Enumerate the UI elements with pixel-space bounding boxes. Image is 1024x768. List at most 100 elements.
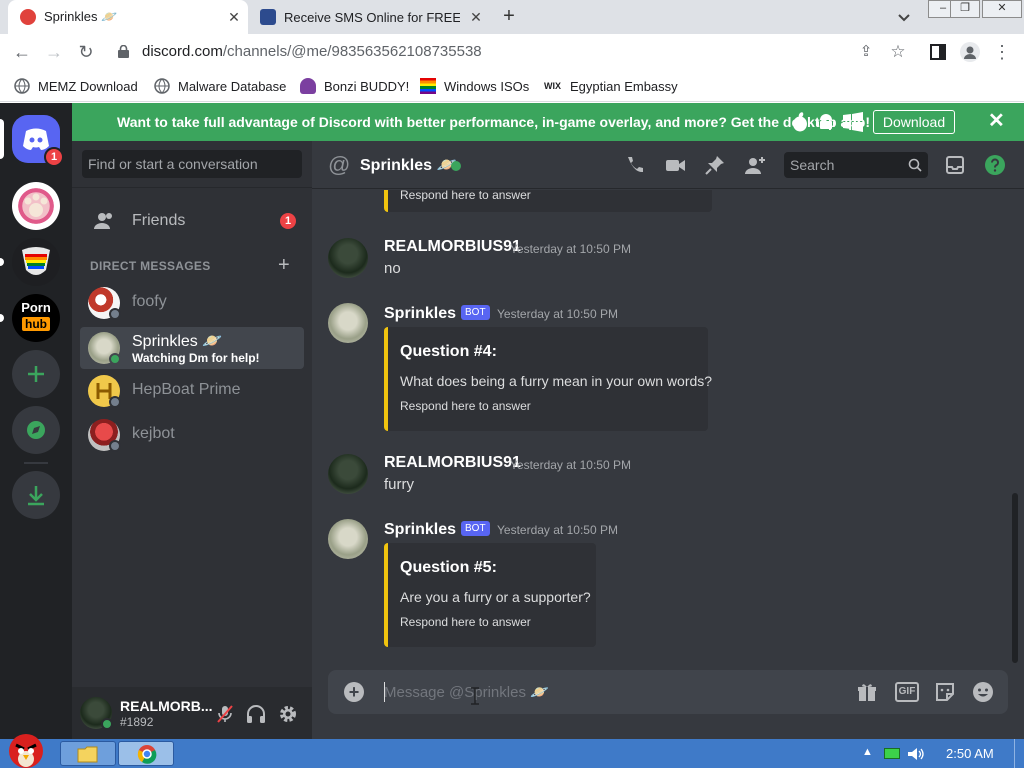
- search-icon: [908, 158, 922, 172]
- new-tab-button[interactable]: +: [498, 5, 520, 28]
- embed-field: Respond here to answer: [400, 399, 531, 413]
- android-icon: [817, 112, 835, 132]
- bookmark-malware-database[interactable]: Malware Database: [154, 76, 286, 96]
- voice-call-icon[interactable]: [624, 154, 646, 176]
- desktop-app-banner: Want to take full advantage of Discord w…: [72, 103, 1024, 141]
- forward-arrow-icon[interactable]: →: [42, 40, 66, 64]
- dm-item-foofy[interactable]: foofy: [80, 282, 304, 324]
- settings-gear-icon[interactable]: [277, 703, 299, 725]
- channel-title: Sprinkles 🪐: [360, 157, 457, 174]
- banner-message: Want to take full advantage of Discord w…: [117, 114, 871, 130]
- show-desktop-button[interactable]: [1014, 739, 1024, 768]
- video-call-icon[interactable]: [664, 154, 686, 176]
- tab-title: Receive SMS Online for FREE |: [284, 9, 460, 25]
- bookmarks-bar: MEMZ Download Malware Database Bonzi BUD…: [0, 70, 1024, 102]
- taskbar-clock[interactable]: 2:50 AM: [946, 746, 994, 761]
- tab-sprinkles[interactable]: Sprinkles 🪐 ✕: [8, 0, 248, 34]
- side-panel-icon[interactable]: [926, 40, 950, 64]
- home-button[interactable]: 1: [12, 115, 64, 167]
- author-name[interactable]: REALMORBIUS91: [384, 238, 521, 256]
- download-apps-button[interactable]: [12, 471, 60, 519]
- help-icon[interactable]: [984, 154, 1006, 176]
- share-icon[interactable]: ⇪: [854, 40, 878, 64]
- embed-description: What does being a furry mean in your own…: [400, 373, 713, 389]
- network-tray-icon[interactable]: [884, 748, 900, 759]
- folder-icon: [77, 746, 98, 763]
- explore-servers-button[interactable]: [12, 406, 60, 454]
- taskbar-explorer-button[interactable]: [60, 741, 116, 766]
- timestamp: Yesterday at 10:50 PM: [510, 242, 631, 256]
- online-status-dot: [101, 718, 113, 730]
- message-composer: + Message @Sprinkles 🪐 GIF: [328, 670, 1008, 714]
- message-input[interactable]: Message @Sprinkles 🪐: [384, 683, 549, 701]
- message-scrollbar[interactable]: [1012, 493, 1018, 663]
- upload-plus-button[interactable]: +: [344, 682, 364, 702]
- discord-favicon: [20, 9, 36, 25]
- author-avatar[interactable]: [328, 303, 368, 343]
- banner-download-button[interactable]: Download: [873, 110, 955, 134]
- address-bar[interactable]: discord.com/channels/@me/983563562108735…: [112, 38, 840, 66]
- globe-icon: [154, 78, 170, 94]
- add-server-button[interactable]: [12, 350, 60, 398]
- author-avatar[interactable]: [328, 454, 368, 494]
- headphones-icon[interactable]: [245, 703, 267, 725]
- reload-icon[interactable]: ↻: [74, 40, 98, 64]
- banner-close-icon[interactable]: ✕: [988, 110, 1005, 132]
- pinned-messages-icon[interactable]: [704, 154, 726, 176]
- maximize-button[interactable]: ❐: [950, 0, 980, 18]
- chrome-icon: [137, 745, 157, 764]
- dm-item-hepboat-prime[interactable]: HepBoat Prime: [80, 370, 304, 412]
- emoji-icon[interactable]: [972, 681, 994, 703]
- start-button-angry-bird-icon[interactable]: [4, 731, 48, 768]
- server-paw[interactable]: [12, 182, 60, 230]
- message-text: no: [384, 260, 401, 277]
- author-name[interactable]: REALMORBIUS91: [384, 454, 521, 472]
- close-tab-icon[interactable]: ✕: [468, 9, 484, 25]
- close-tab-icon[interactable]: ✕: [226, 9, 242, 25]
- dm-name: HepBoat Prime: [132, 381, 241, 398]
- gift-icon[interactable]: [856, 681, 878, 703]
- author-avatar[interactable]: [328, 238, 368, 278]
- profile-avatar-icon[interactable]: [958, 40, 982, 64]
- bot-tag: BOT: [461, 305, 490, 320]
- tab-search-icon[interactable]: [896, 9, 912, 25]
- embed-field: Respond here to answer: [400, 190, 531, 202]
- taskbar-chrome-button[interactable]: [118, 741, 174, 766]
- find-conversation-input[interactable]: Find or start a conversation: [82, 150, 302, 178]
- bookmark-windows-isos[interactable]: Windows ISOs: [420, 76, 529, 96]
- lock-icon: [118, 45, 129, 58]
- bookmark-label: Windows ISOs: [444, 78, 530, 94]
- back-arrow-icon[interactable]: ←: [10, 40, 34, 64]
- dm-status: Watching Dm for help!: [132, 351, 260, 365]
- sticker-icon[interactable]: [934, 681, 956, 703]
- channel-search-input[interactable]: Search: [784, 152, 928, 178]
- inbox-icon[interactable]: [944, 154, 966, 176]
- timestamp: Yesterday at 10:50 PM: [510, 458, 631, 472]
- server-logo-text-top: Porn: [21, 300, 51, 315]
- window-close-button[interactable]: ✕: [982, 0, 1022, 18]
- server-porn[interactable]: Porn hub: [12, 294, 60, 342]
- gif-button[interactable]: GIF: [895, 682, 919, 702]
- bookmark-egyptian-embassy[interactable]: WIX Egyptian Embassy: [544, 76, 678, 96]
- add-friends-to-dm-icon[interactable]: [744, 154, 766, 176]
- friends-nav-item[interactable]: Friends 1: [80, 203, 304, 239]
- more-menu-icon[interactable]: ⋮: [990, 40, 1014, 64]
- dm-name: kejbot: [132, 425, 175, 442]
- online-status-dot: [451, 161, 461, 171]
- dm-item-kejbot[interactable]: kejbot: [80, 414, 304, 456]
- dm-item-sprinkles[interactable]: Sprinkles 🪐 Watching Dm for help!: [80, 327, 304, 369]
- tray-expand-icon[interactable]: ▲: [862, 746, 873, 758]
- windows-icon: [843, 112, 863, 132]
- author-avatar[interactable]: [328, 519, 368, 559]
- dm-name: Sprinkles 🪐: [132, 333, 223, 350]
- bookmark-bonzi-buddy[interactable]: Bonzi BUDDY!: [300, 76, 409, 96]
- star-icon[interactable]: ☆: [886, 40, 910, 64]
- tab-receive-sms[interactable]: Receive SMS Online for FREE | ✕: [250, 0, 490, 34]
- volume-icon[interactable]: [906, 745, 924, 763]
- server-rainbow[interactable]: [12, 238, 60, 286]
- mute-microphone-icon[interactable]: [214, 703, 236, 725]
- bonzi-icon: [300, 78, 316, 94]
- create-dm-icon[interactable]: +: [278, 254, 290, 277]
- url-host: discord.com: [142, 43, 223, 60]
- bookmark-memz[interactable]: MEMZ Download: [14, 76, 138, 96]
